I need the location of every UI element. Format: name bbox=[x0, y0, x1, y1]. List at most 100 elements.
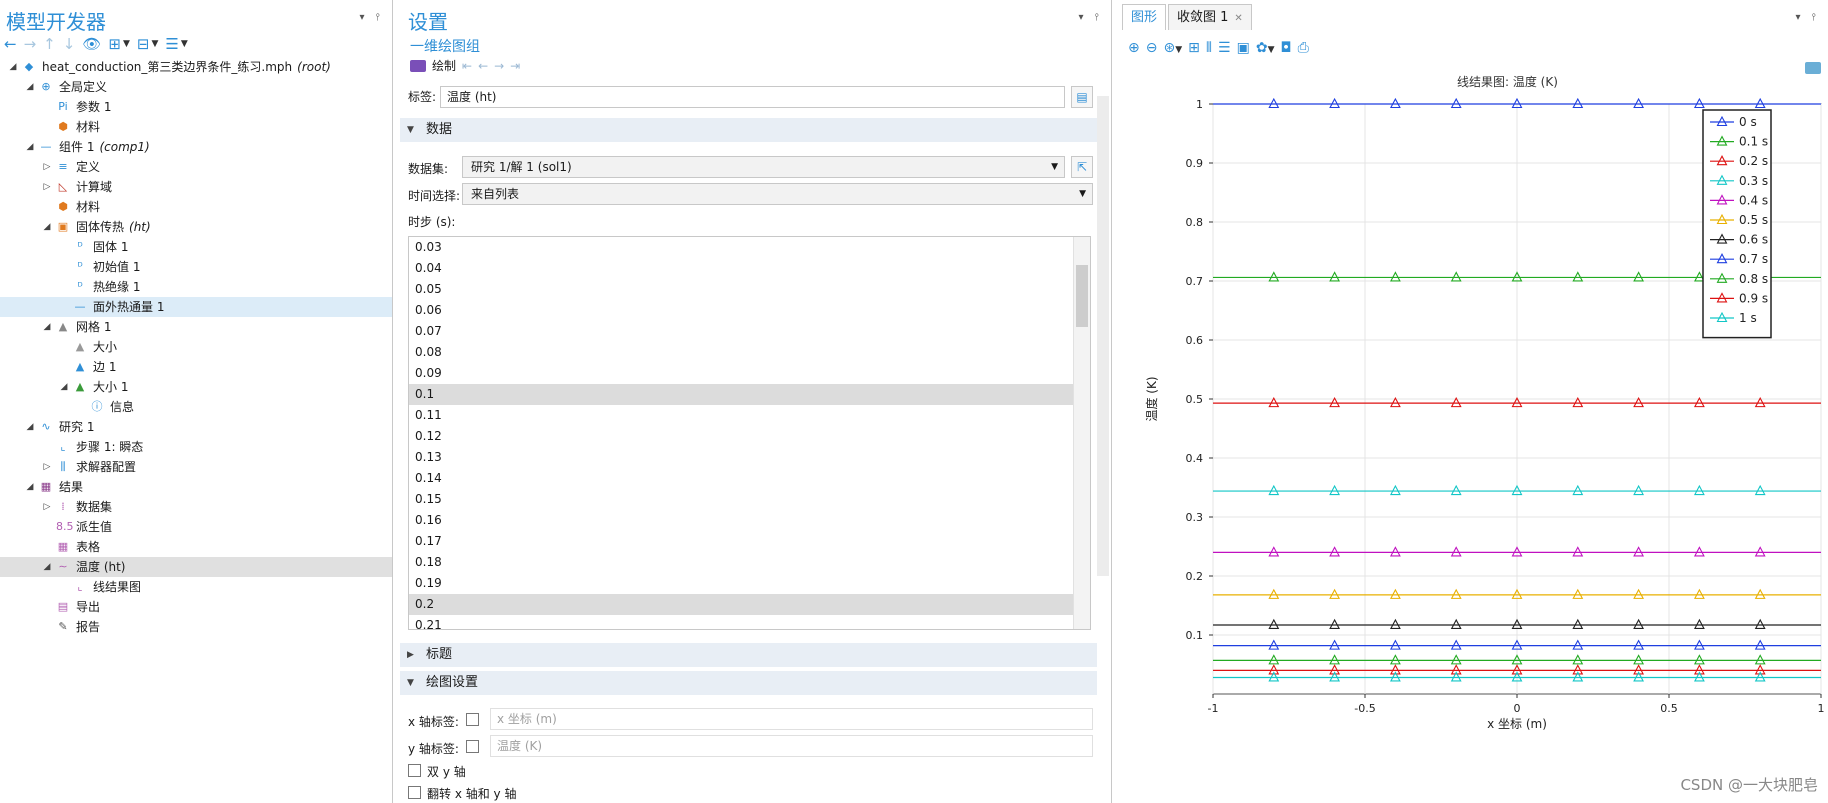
pane-menu-icon[interactable]: ▾ ⫯ bbox=[359, 12, 384, 23]
tree-node[interactable]: ◢ ⊕ 全局定义 bbox=[0, 77, 392, 97]
grid-toggle-icon[interactable]: ⦀ bbox=[1206, 40, 1212, 56]
list-item[interactable]: 0.11 bbox=[409, 405, 1073, 426]
section-title[interactable]: ▶ 标题 bbox=[400, 643, 1097, 667]
close-icon[interactable]: ✕ bbox=[1234, 13, 1242, 24]
collapse-toggle-icon[interactable]: ◢ bbox=[25, 477, 35, 497]
x-axis-label-checkbox[interactable] bbox=[466, 713, 479, 726]
list-item[interactable]: 0.03 bbox=[409, 237, 1073, 258]
collapse-toggle-icon[interactable]: ◢ bbox=[25, 137, 35, 157]
expand-all-icon[interactable]: ⊞ ▼ bbox=[108, 35, 130, 53]
tree-node[interactable]: — 面外热通量 1 bbox=[0, 297, 392, 317]
expand-toggle-icon[interactable]: ▷ bbox=[42, 157, 52, 177]
list-item[interactable]: 0.18 bbox=[409, 552, 1073, 573]
tree-node[interactable]: ▲ 大小 bbox=[0, 337, 392, 357]
zoom-extents-icon[interactable]: ⊞ bbox=[1188, 40, 1200, 56]
list-item[interactable]: 0.15 bbox=[409, 489, 1073, 510]
graphics-pane-menu-icon[interactable]: ▾ ⫯ bbox=[1795, 12, 1820, 23]
camera-icon[interactable]: ◘ bbox=[1280, 40, 1291, 56]
forward-arrow-icon[interactable]: → bbox=[24, 35, 37, 53]
settings-pane-menu-icon[interactable]: ▾ ⫯ bbox=[1078, 12, 1103, 23]
tree-node[interactable]: ▷ ⫼ 求解器配置 bbox=[0, 457, 392, 477]
collapse-toggle-icon[interactable]: ◢ bbox=[59, 377, 69, 397]
list-item[interactable]: 0.1 bbox=[409, 384, 1073, 405]
collapse-toggle-icon[interactable]: ◢ bbox=[42, 557, 52, 577]
zoom-out-icon[interactable]: ⊖ bbox=[1146, 40, 1158, 56]
back-arrow-icon[interactable]: ← bbox=[4, 35, 17, 53]
tree-node[interactable]: ✎ 报告 bbox=[0, 617, 392, 637]
tree-node[interactable]: ◢ ▦ 结果 bbox=[0, 477, 392, 497]
collapse-toggle-icon[interactable]: ◢ bbox=[25, 77, 35, 97]
list-item[interactable]: 0.05 bbox=[409, 279, 1073, 300]
tree-node[interactable]: ᴰ 固体 1 bbox=[0, 237, 392, 257]
tree-node[interactable]: ◢ ∿ 研究 1 bbox=[0, 417, 392, 437]
legend-toggle-icon[interactable]: ▣ bbox=[1237, 40, 1250, 56]
list-item[interactable]: 0.07 bbox=[409, 321, 1073, 342]
dual-y-checkbox[interactable] bbox=[408, 764, 421, 777]
list-item[interactable]: 0.21 bbox=[409, 615, 1073, 629]
collapse-all-icon[interactable]: ⊟ ▼ bbox=[137, 35, 159, 53]
tree-node[interactable]: ▷ ≡ 定义 bbox=[0, 157, 392, 177]
y-axis-label-checkbox[interactable] bbox=[466, 740, 479, 753]
move-up-icon[interactable]: ↑ bbox=[43, 35, 56, 53]
section-data[interactable]: ▼ 数据 bbox=[400, 118, 1097, 142]
collapse-toggle-icon[interactable]: ◢ bbox=[8, 57, 18, 77]
list-item[interactable]: 0.2 bbox=[409, 594, 1073, 615]
label-field[interactable]: 温度 (ht) bbox=[440, 86, 1065, 108]
axis-toggle-icon[interactable]: ☰ bbox=[1218, 40, 1231, 56]
expand-toggle-icon[interactable]: ▷ bbox=[42, 457, 52, 477]
expand-toggle-icon[interactable]: ▷ bbox=[42, 177, 52, 197]
tree-node[interactable]: ▤ 导出 bbox=[0, 597, 392, 617]
list-item[interactable]: 0.13 bbox=[409, 447, 1073, 468]
tree-node[interactable]: ◢ ◆ heat_conduction_第三类边界条件_练习.mph (root) bbox=[0, 57, 392, 77]
tab-convergence[interactable]: 收敛图 1 ✕ bbox=[1168, 4, 1252, 30]
list-item[interactable]: 0.12 bbox=[409, 426, 1073, 447]
list-scrollbar[interactable] bbox=[1073, 237, 1090, 629]
list-item[interactable]: 0.08 bbox=[409, 342, 1073, 363]
tree-node[interactable]: ⓘ 信息 bbox=[0, 397, 392, 417]
move-down-icon[interactable]: ↓ bbox=[63, 35, 76, 53]
time-select[interactable]: 来自列表 ▼ bbox=[462, 183, 1093, 205]
scene-light-icon[interactable]: ✿▼ bbox=[1256, 40, 1275, 56]
tree-node[interactable]: ⌞ 步骤 1: 瞬态 bbox=[0, 437, 392, 457]
list-item[interactable]: 0.04 bbox=[409, 258, 1073, 279]
list-item[interactable]: 0.09 bbox=[409, 363, 1073, 384]
tree-node[interactable]: ◢ ▲ 网格 1 bbox=[0, 317, 392, 337]
time-steps-list[interactable]: 0.03 0.04 0.05 0.06 0.07 0.08 0.09 0.1 0.11 0.12 0… bbox=[408, 236, 1091, 630]
plot-button[interactable]: 绘制 ⇤←→⇥ bbox=[410, 57, 526, 74]
tree-node[interactable]: ⌞ 线结果图 bbox=[0, 577, 392, 597]
expand-toggle-icon[interactable]: ▷ bbox=[42, 497, 52, 517]
collapse-toggle-icon[interactable]: ◢ bbox=[25, 417, 35, 437]
y-axis-label-field[interactable]: 温度 (K) bbox=[490, 735, 1093, 757]
tree-node[interactable]: ⬢ 材料 bbox=[0, 117, 392, 137]
zoom-box-icon[interactable]: ⊛▼ bbox=[1163, 40, 1182, 56]
dataset-select[interactable]: 研究 1/解 1 (sol1) ▼ bbox=[462, 156, 1065, 178]
collapse-toggle-icon[interactable]: ◢ bbox=[42, 317, 52, 337]
tree-node[interactable]: ◢ ▲ 大小 1 bbox=[0, 377, 392, 397]
tree-node[interactable]: ▲ 边 1 bbox=[0, 357, 392, 377]
zoom-in-icon[interactable]: ⊕ bbox=[1128, 40, 1140, 56]
list-item[interactable]: 0.06 bbox=[409, 300, 1073, 321]
settings-scrollbar[interactable] bbox=[1097, 96, 1109, 576]
tree-node[interactable]: ◢ — 组件 1 (comp1) bbox=[0, 137, 392, 157]
tab-graphics[interactable]: 图形 bbox=[1122, 4, 1167, 30]
tree-node[interactable]: Pi 参数 1 bbox=[0, 97, 392, 117]
tree-node[interactable]: ᴰ 热绝缘 1 bbox=[0, 277, 392, 297]
tree-node[interactable]: ▷ ⁞ 数据集 bbox=[0, 497, 392, 517]
view-options-icon[interactable]: ☰ ▼ bbox=[165, 35, 187, 53]
flip-axes-checkbox[interactable] bbox=[408, 786, 421, 799]
collapse-toggle-icon[interactable]: ◢ bbox=[42, 217, 52, 237]
list-item[interactable]: 0.16 bbox=[409, 510, 1073, 531]
show-icon[interactable]: 👁 bbox=[82, 35, 101, 53]
label-edit-icon[interactable]: ▤ bbox=[1071, 86, 1093, 108]
list-item[interactable]: 0.19 bbox=[409, 573, 1073, 594]
tree-node[interactable]: ᴰ 初始值 1 bbox=[0, 257, 392, 277]
tree-node[interactable]: ◢ ▣ 固体传热 (ht) bbox=[0, 217, 392, 237]
list-item[interactable]: 0.14 bbox=[409, 468, 1073, 489]
tree-node[interactable]: ◢ ∼ 温度 (ht) bbox=[0, 557, 392, 577]
list-scrollbar-thumb[interactable] bbox=[1076, 265, 1088, 327]
tree-node[interactable]: ▷ ◺ 计算域 bbox=[0, 177, 392, 197]
print-icon[interactable]: ⎙ bbox=[1298, 40, 1309, 56]
section-plot-settings[interactable]: ▼ 绘图设置 bbox=[400, 671, 1097, 695]
tree-node[interactable]: ⬢ 材料 bbox=[0, 197, 392, 217]
x-axis-label-field[interactable]: x 坐标 (m) bbox=[490, 708, 1093, 730]
